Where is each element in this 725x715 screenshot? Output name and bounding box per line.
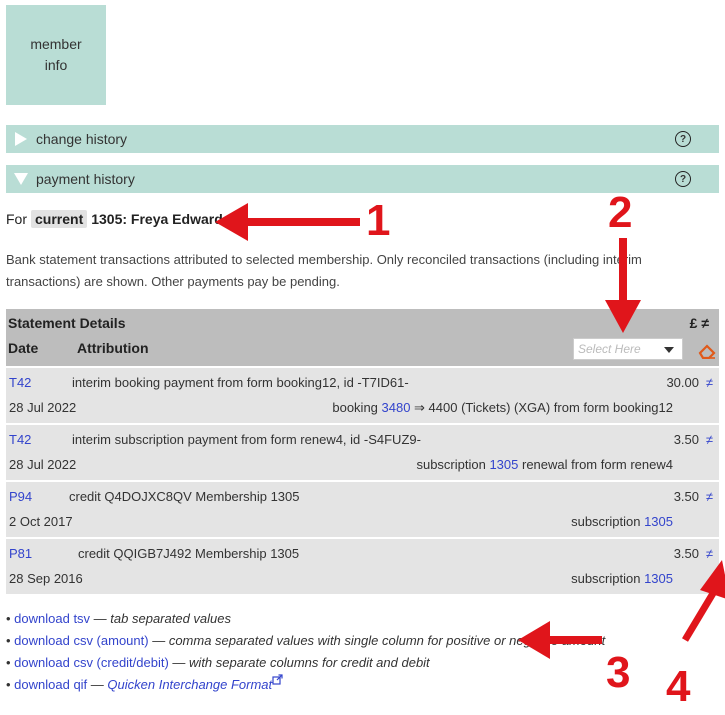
table-row: T42 interim subscription payment from fo… [6,423,719,480]
transaction-amount: 3.50 [673,432,699,447]
payment-description: Bank statement transactions attributed t… [6,252,642,289]
transaction-date: 28 Sep 2016 [9,571,83,586]
column-date: Date [8,340,39,356]
callout-3: 3 [606,648,631,697]
transaction-date: 28 Jul 2022 [9,457,77,472]
download-note: with separate columns for credit and deb… [189,655,430,670]
transaction-code-link[interactable]: T42 [9,432,31,447]
attribution-prefix: subscription [571,514,645,529]
download-note: tab separated values [110,611,231,626]
list-item: • download qif — Quicken Interchange For… [6,674,605,696]
not-equal-link[interactable]: ≠ [706,489,713,504]
attribution-link[interactable]: 1305 [644,571,673,586]
member-name: 1305: Freya Edwards [91,211,231,227]
callout-4: 4 [666,662,691,711]
transaction-attribution: subscription 1305 [571,571,673,586]
header-title: Statement Details [8,315,126,331]
list-item: • download csv (amount) — comma separate… [6,633,606,648]
transaction-description: credit QQIGB7J492 Membership 1305 [78,546,300,561]
transaction-amount: 30.00 [666,375,699,390]
transaction-code-link[interactable]: T42 [9,375,31,390]
download-csv-amount-link[interactable]: download csv (amount) [14,633,148,648]
attribution-prefix: subscription [571,571,645,586]
callout-2: 2 [608,188,633,237]
transaction-code-link[interactable]: P81 [9,546,32,561]
external-link-icon [272,674,283,692]
member-info-label: member info [30,36,82,73]
transaction-date: 2 Oct 2017 [9,514,73,529]
chevron-down-icon [664,347,674,353]
for-prefix: For [6,211,27,227]
attribution-suffix: renewal from form renew4 [518,457,673,472]
triangle-down-icon [6,172,36,186]
download-list: • download tsv — tab separated values • … [6,608,605,696]
payment-history-label: payment history [36,171,135,187]
attribution-suffix: ⇒ 4400 (Tickets) (XGA) from form booking… [410,400,673,415]
eraser-icon[interactable] [697,343,717,362]
table-row: P81 credit QQIGB7J492 Membership 1305 3.… [6,537,719,594]
transaction-date: 28 Jul 2022 [9,400,77,415]
help-icon[interactable]: ? [675,131,691,147]
not-equal-link[interactable]: ≠ [706,375,713,390]
attribution-link[interactable]: 1305 [489,457,518,472]
download-note: comma separated values with single colum… [168,633,606,648]
transaction-description: interim subscription payment from form r… [72,432,421,447]
transaction-code-link[interactable]: P94 [9,489,32,504]
statement-table: Statement Details £ ≠ Date Attribution S… [6,309,719,594]
column-attribution: Attribution [77,340,149,356]
attribution-filter-select[interactable]: Select Here [573,338,683,360]
transaction-amount: 3.50 [673,546,699,561]
status-badge: current [31,210,88,228]
callout-1: 1 [366,196,391,245]
download-csv-credit-debit-link[interactable]: download csv (credit/debit) [14,655,169,670]
triangle-right-icon [6,131,36,147]
select-placeholder: Select Here [578,342,641,356]
help-icon[interactable]: ? [675,171,691,187]
member-info-button[interactable]: member info [6,5,106,105]
table-row: T42 interim booking payment from form bo… [6,366,719,423]
transaction-attribution: subscription 1305 [571,514,673,529]
attribution-link[interactable]: 3480 [382,400,411,415]
change-history-label: change history [36,131,128,147]
change-history-accordion[interactable]: change history ? [6,125,719,153]
transaction-amount: 3.50 [673,489,699,504]
table-header: Statement Details £ ≠ Date Attribution S… [6,309,719,366]
download-tsv-link[interactable]: download tsv [14,611,90,626]
download-qif-link[interactable]: download qif [14,677,87,692]
member-heading: For current 1305: Freya Edwards [6,210,231,228]
attribution-prefix: booking [332,400,382,415]
header-currency: £ ≠ [689,315,709,331]
attribution-prefix: subscription [416,457,490,472]
list-item: • download tsv — tab separated values [6,611,231,626]
attribution-link[interactable]: 1305 [644,514,673,529]
transaction-description: interim booking payment from form bookin… [72,375,409,390]
not-equal-link[interactable]: ≠ [706,546,713,561]
transaction-description: credit Q4DOJXC8QV Membership 1305 [69,489,300,504]
quicken-format-link[interactable]: Quicken Interchange Format [107,677,272,692]
transaction-attribution: subscription 1305 renewal from form rene… [416,457,673,472]
table-row: P94 credit Q4DOJXC8QV Membership 1305 3.… [6,480,719,537]
list-item: • download csv (credit/debit) — with sep… [6,655,430,670]
not-equal-link[interactable]: ≠ [706,432,713,447]
transaction-attribution: booking 3480 ⇒ 4400 (Tickets) (XGA) from… [332,400,673,416]
